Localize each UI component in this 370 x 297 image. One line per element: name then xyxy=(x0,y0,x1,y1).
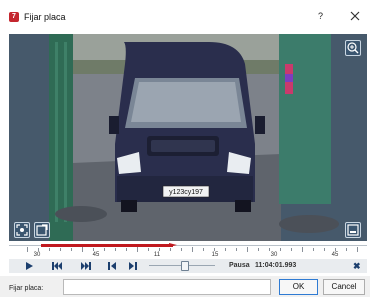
timeline-tick xyxy=(115,248,116,251)
timeline-tick xyxy=(148,248,149,251)
export-icon xyxy=(347,224,359,236)
clear-button[interactable]: ✖ xyxy=(353,261,361,271)
export-button[interactable] xyxy=(345,222,361,238)
timeline-tick xyxy=(324,248,325,251)
tick-label: 45 xyxy=(331,252,339,258)
timeline-tick xyxy=(302,247,303,252)
zoom-icon xyxy=(347,42,359,54)
tick-label: 15 xyxy=(211,252,219,258)
timeline-tick xyxy=(126,248,127,251)
timeline-track[interactable] xyxy=(9,243,367,252)
tick-label: 45 xyxy=(92,252,100,258)
timeline-played-range xyxy=(41,244,173,247)
timeline-tick xyxy=(71,248,72,251)
timeline-tick xyxy=(82,247,83,252)
timeline[interactable]: 30 45 11 15 30 45 xyxy=(9,243,367,259)
fit-screen-icon xyxy=(16,224,28,236)
timeline-tick xyxy=(159,248,160,251)
timeline-tick xyxy=(203,248,204,251)
step-back-icon[interactable] xyxy=(106,261,118,271)
close-icon[interactable] xyxy=(348,9,362,23)
app-icon: 7 xyxy=(9,12,19,22)
title-bar: 7 Fijar placa ? xyxy=(0,0,370,28)
fit-screen-button[interactable] xyxy=(14,222,30,238)
timeline-tick xyxy=(181,248,182,251)
help-button[interactable]: ? xyxy=(318,11,323,22)
plate-form: Fijar placa: OK Cancel xyxy=(0,276,370,297)
ok-button[interactable]: OK xyxy=(279,279,318,295)
timeline-tick xyxy=(104,248,105,251)
timeline-tick xyxy=(170,248,171,251)
timeline-tick xyxy=(38,248,39,251)
timeline-tick xyxy=(258,248,259,251)
tick-label: 11 xyxy=(153,252,161,258)
timeline-tick xyxy=(214,248,215,251)
step-forward-icon[interactable] xyxy=(127,261,139,271)
cancel-button[interactable]: Cancel xyxy=(323,279,365,295)
timeline-tick xyxy=(346,248,347,251)
timeline-tick xyxy=(236,248,237,251)
timeline-tick xyxy=(247,247,248,252)
timeline-tick xyxy=(27,247,28,252)
play-icon[interactable] xyxy=(23,261,35,271)
timecode: 11:04:01.993 xyxy=(255,262,297,269)
skip-end-icon[interactable] xyxy=(80,261,92,271)
playback-status: Pausa xyxy=(229,262,250,269)
snapshot-icon xyxy=(36,224,48,236)
license-plate: у123су197 xyxy=(169,189,203,196)
timeline-tick xyxy=(269,248,270,251)
tick-label: 30 xyxy=(270,252,278,258)
zoom-button[interactable] xyxy=(345,40,361,56)
timeline-tick xyxy=(137,247,138,252)
timeline-tick xyxy=(313,248,314,251)
snapshot-button[interactable] xyxy=(34,222,50,238)
timeline-tick xyxy=(291,248,292,251)
camera-image: у123су197 xyxy=(9,34,367,241)
plate-input[interactable] xyxy=(63,279,271,295)
speed-slider-knob[interactable] xyxy=(181,261,189,271)
playback-controls: Pausa 11:04:01.993 ✖ xyxy=(9,259,367,273)
timeline-tick xyxy=(192,247,193,252)
timeline-tick xyxy=(357,247,358,252)
plate-field-label: Fijar placa: xyxy=(9,285,44,292)
timeline-tick xyxy=(335,248,336,251)
tick-label: 30 xyxy=(33,252,41,258)
timeline-tick xyxy=(60,248,61,251)
window-title: Fijar placa xyxy=(24,12,66,22)
timeline-tick xyxy=(93,248,94,251)
video-frame[interactable]: у123су197 xyxy=(9,34,367,241)
skip-start-icon[interactable] xyxy=(51,261,63,271)
timeline-tick xyxy=(225,248,226,251)
timeline-tick xyxy=(49,248,50,251)
timeline-tick xyxy=(280,248,281,251)
